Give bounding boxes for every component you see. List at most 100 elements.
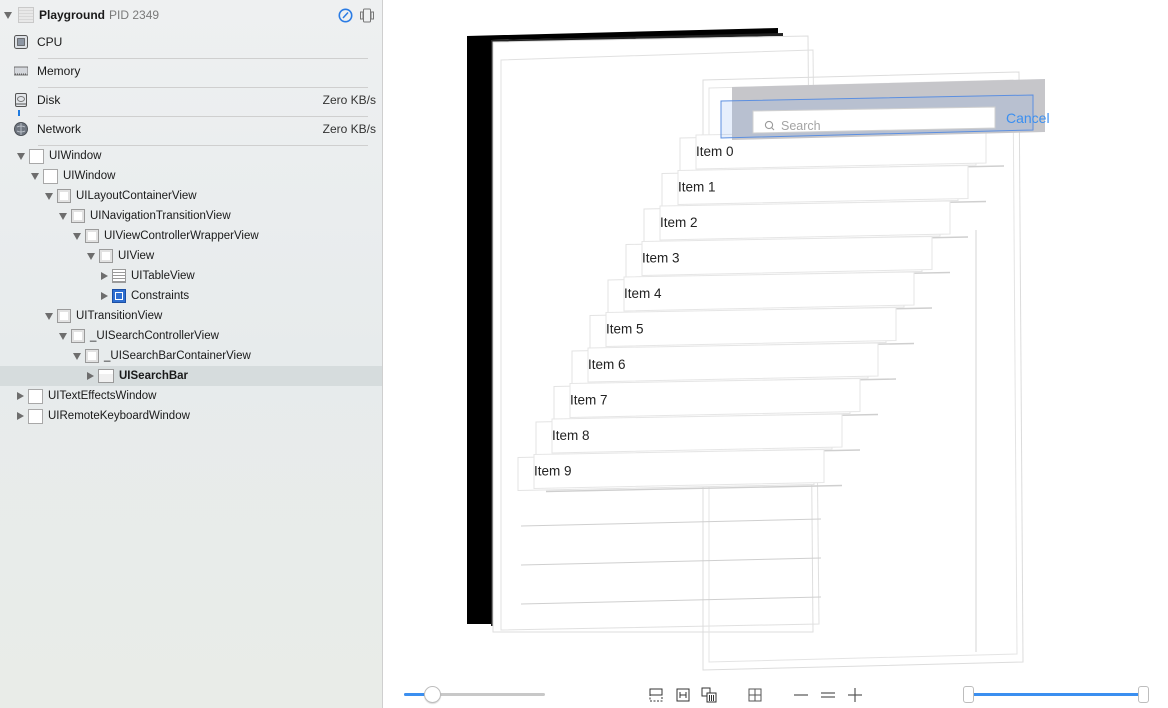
tree-label: UIView (118, 250, 155, 262)
search-bar-layer[interactable]: Search Cancel (720, 79, 1050, 140)
tree-row[interactable]: UINavigationTransitionView (0, 206, 382, 226)
tree-label: UISearchBar (119, 370, 189, 382)
cell-label: Item 8 (552, 428, 590, 443)
spacing-slider-knob[interactable] (424, 686, 442, 703)
cell-layer (605, 306, 897, 348)
gauge-label: Memory (37, 63, 81, 78)
disclosure-collapsed-icon[interactable] (87, 372, 94, 380)
cell-label: Item 3 (642, 251, 680, 266)
disclosure-expanded-icon[interactable] (73, 352, 81, 360)
tree-row[interactable]: UIViewControllerWrapperView (0, 226, 382, 246)
cpu-icon (14, 34, 28, 49)
tree-row[interactable]: UIView (0, 246, 382, 266)
separator-line (520, 518, 822, 527)
range-slider-min-handle[interactable] (963, 686, 974, 703)
tree-label: UITextEffectsWindow (48, 390, 157, 402)
tree-row[interactable]: UISearchBar (0, 366, 382, 386)
tree-row[interactable]: _UISearchControllerView (0, 326, 382, 346)
view-icon (71, 209, 85, 223)
disclosure-collapsed-icon[interactable] (101, 292, 108, 300)
tree-label: UILayoutContainerView (76, 190, 197, 202)
disclosure-expanded-icon[interactable] (45, 312, 53, 320)
network-icon (14, 121, 28, 136)
exploded-view-hierarchy[interactable]: Item 0 Item 1 Item 2 Item 3 Item 4 Item 5 Item… (383, 0, 1168, 678)
gauge-cpu[interactable]: CPU (14, 27, 376, 56)
tree-label: UINavigationTransitionView (90, 210, 231, 222)
cell-layer (533, 448, 825, 490)
disclosure-expanded-icon[interactable] (17, 152, 25, 160)
memory-icon (14, 66, 28, 75)
view-icon (85, 229, 99, 243)
cell-layer (551, 413, 843, 454)
gauge-network[interactable]: Network Zero KB/s (14, 114, 376, 143)
tree-row[interactable]: Constraints (0, 286, 382, 306)
cell-layer (677, 164, 969, 206)
gauge-disk[interactable]: Disk Zero KB/s (14, 85, 376, 114)
cell-label: Item 4 (624, 286, 662, 301)
cell-layer (641, 235, 933, 277)
view-debugger-canvas[interactable]: Item 0 Item 1 Item 2 Item 3 Item 4 Item 5 Item… (383, 0, 1168, 678)
app-icon (18, 7, 34, 23)
tree-row[interactable]: UITransitionView (0, 306, 382, 326)
disclosure-expanded-icon[interactable] (73, 232, 81, 240)
tree-label: UIWindow (63, 170, 116, 182)
disclosure-collapsed-icon[interactable] (101, 272, 108, 280)
disclosure-expanded-icon[interactable] (45, 192, 53, 200)
range-slider-track[interactable] (963, 686, 1149, 703)
process-row[interactable]: Playground PID 2349 (0, 4, 382, 26)
table-icon (112, 269, 126, 283)
disk-icon (15, 92, 27, 107)
view-icon (71, 329, 85, 343)
disclosure-expanded-icon[interactable] (31, 172, 39, 180)
disclosure-triangle-icon[interactable] (4, 11, 12, 19)
process-pid: PID 2349 (109, 8, 160, 22)
tree-row[interactable]: UILayoutContainerView (0, 186, 382, 206)
cell-label: Item 9 (534, 464, 572, 479)
tree-label: UIRemoteKeyboardWindow (48, 410, 190, 422)
tree-label: UIWindow (49, 150, 102, 162)
tree-row[interactable]: UIWindow (0, 166, 382, 186)
gauge-memory[interactable]: Memory (14, 56, 376, 85)
show-clipped-content-icon[interactable] (649, 688, 663, 702)
orientation-icon[interactable] (748, 688, 762, 702)
process-name: Playground (39, 8, 106, 22)
tree-row[interactable]: UIWindow (0, 146, 382, 166)
cell-layer (623, 271, 915, 312)
disclosure-expanded-icon[interactable] (87, 252, 95, 260)
tree-row[interactable]: UITextEffectsWindow (0, 386, 382, 406)
spacing-slider-track[interactable] (404, 686, 545, 703)
gauge-value: Zero KB/s (322, 92, 376, 107)
show-constraints-icon[interactable] (676, 688, 690, 702)
debug-gauge-icon[interactable] (338, 8, 353, 23)
disclosure-collapsed-icon[interactable] (17, 392, 24, 400)
view-icon (57, 189, 71, 203)
disclosure-expanded-icon[interactable] (59, 332, 67, 340)
view-icon (85, 349, 99, 363)
cell-layer (569, 377, 861, 419)
cell-layer (659, 200, 951, 241)
tree-row[interactable]: UIRemoteKeyboardWindow (0, 406, 382, 426)
disclosure-expanded-icon[interactable] (59, 212, 67, 220)
window-icon (43, 168, 58, 184)
zoom-actual-icon[interactable] (821, 689, 835, 701)
cell-label: Item 5 (606, 322, 644, 337)
cell-label: Item 2 (660, 215, 698, 230)
range-slider-max-handle[interactable] (1138, 686, 1149, 703)
constraints-icon (112, 289, 126, 303)
gauge-label: Disk (37, 92, 61, 107)
table-cell[interactable]: Item 9 (517, 448, 843, 493)
zoom-out-icon[interactable] (794, 689, 808, 701)
disclosure-collapsed-icon[interactable] (17, 412, 24, 420)
tree-label: Constraints (131, 290, 190, 302)
device-icon[interactable] (360, 8, 374, 23)
zoom-in-icon[interactable] (848, 688, 862, 702)
table-cells: Item 0 Item 1 Item 2 Item 3 Item 4 Item 5 Item… (517, 129, 1005, 493)
tree-label: UITableView (131, 270, 195, 282)
tree-row[interactable]: _UISearchBarContainerView (0, 346, 382, 366)
gauge-value: Zero KB/s (322, 121, 376, 136)
view-debugger-toolbar (383, 678, 1168, 708)
tree-row[interactable]: UITableView (0, 266, 382, 286)
change-view-mode-icon[interactable] (701, 687, 717, 703)
separator-line (520, 557, 822, 566)
cancel-button[interactable]: Cancel (1006, 110, 1050, 126)
